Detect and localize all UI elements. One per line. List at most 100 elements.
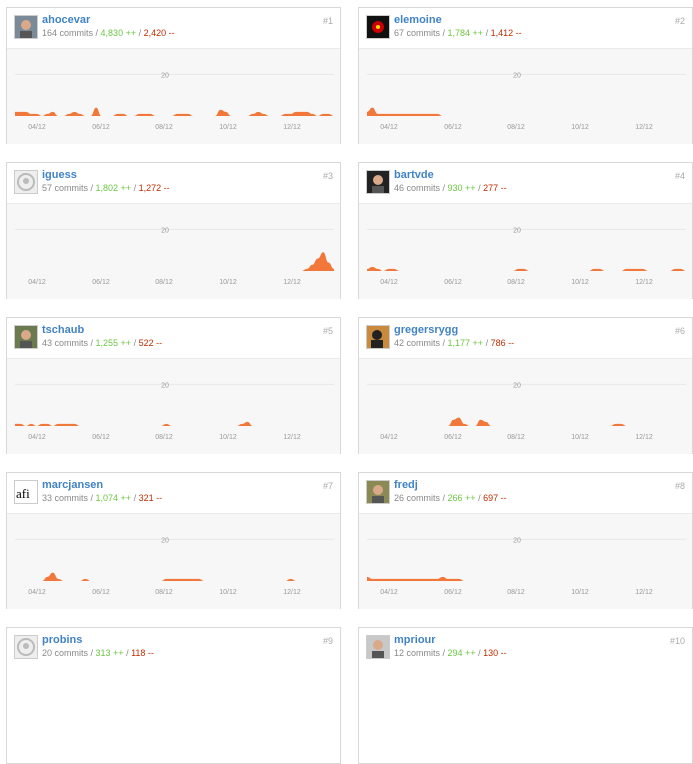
commit-area bbox=[15, 107, 334, 116]
avatar[interactable] bbox=[14, 15, 38, 39]
contribution-graph-svg: 20 04/12 06/12 08/12 10/12 12/12 bbox=[15, 537, 334, 596]
avatar[interactable] bbox=[14, 170, 38, 194]
contributor-login-link[interactable]: mpriour bbox=[394, 634, 436, 646]
deletions-count: 1,272 -- bbox=[138, 183, 170, 193]
contributor-login-link[interactable]: bartvde bbox=[394, 169, 434, 181]
x-tick-label: 04/12 bbox=[380, 434, 398, 441]
deletions-count: 321 -- bbox=[138, 493, 163, 503]
additions-count: 1,802 ++ bbox=[95, 183, 132, 193]
contributor-login-link[interactable]: iguess bbox=[42, 169, 77, 181]
additions-count: 266 ++ bbox=[447, 493, 476, 503]
contributor-login-link[interactable]: gregersrygg bbox=[394, 324, 458, 336]
commit-area bbox=[15, 572, 334, 581]
deletions-count: 118 -- bbox=[131, 648, 154, 658]
commit-count[interactable]: 67 commits bbox=[394, 28, 440, 38]
y-axis-label: 20 bbox=[513, 382, 521, 389]
additions-count: 294 ++ bbox=[447, 648, 476, 658]
x-tick-label: 06/12 bbox=[444, 434, 462, 441]
contributor-login-link[interactable]: tschaub bbox=[42, 324, 84, 336]
y-axis-label: 20 bbox=[513, 72, 521, 79]
avatar[interactable] bbox=[366, 635, 390, 659]
y-axis-label: 20 bbox=[161, 382, 169, 389]
contributor-stats: 43 commits / 1,255 ++ / 522 -- bbox=[42, 338, 163, 348]
contributor-card: bartvde 46 commits / 930 ++ / 277 -- #4 20 0… bbox=[358, 162, 693, 299]
avatar[interactable] bbox=[366, 15, 390, 39]
x-tick-label: 06/12 bbox=[92, 279, 110, 286]
contribution-graph: 20 04/12 06/12 08/12 10/12 12/12 bbox=[359, 513, 692, 609]
rank-badge: #6 bbox=[674, 326, 685, 336]
x-tick-label: 08/12 bbox=[507, 279, 525, 286]
x-tick-label: 08/12 bbox=[155, 279, 173, 286]
commit-area bbox=[367, 266, 686, 271]
commit-area bbox=[367, 107, 686, 116]
deletions-count: 130 -- bbox=[483, 648, 507, 658]
y-axis-label: 20 bbox=[161, 537, 169, 544]
avatar[interactable] bbox=[14, 635, 38, 659]
contributor-card: elemoine 67 commits / 1,784 ++ / 1,412 --… bbox=[358, 7, 693, 144]
x-tick-label: 06/12 bbox=[444, 589, 462, 596]
contributor-login-link[interactable]: elemoine bbox=[394, 14, 442, 26]
contribution-graph-svg: 20 04/12 06/12 08/12 10/12 12/12 bbox=[367, 227, 686, 286]
commit-count[interactable]: 33 commits bbox=[42, 493, 88, 503]
contributor-stats: 33 commits / 1,074 ++ / 321 -- bbox=[42, 493, 163, 503]
rank-badge: #3 bbox=[322, 171, 333, 181]
x-tick-label: 04/12 bbox=[380, 279, 398, 286]
contributor-stats: 67 commits / 1,784 ++ / 1,412 -- bbox=[394, 28, 522, 38]
x-tick-label: 08/12 bbox=[155, 589, 173, 596]
contributor-card: mpriour 12 commits / 294 ++ / 130 -- #10 bbox=[358, 627, 693, 764]
contributor-login-link[interactable]: fredj bbox=[394, 479, 418, 491]
contributor-card: tschaub 43 commits / 1,255 ++ / 522 -- #5 2… bbox=[6, 317, 341, 454]
rank-badge: #9 bbox=[322, 636, 333, 646]
x-tick-label: 12/12 bbox=[283, 124, 301, 131]
card-header: bartvde 46 commits / 930 ++ / 277 -- #4 bbox=[359, 163, 692, 203]
commit-count[interactable]: 42 commits bbox=[394, 338, 440, 348]
commit-count[interactable]: 164 commits bbox=[42, 28, 93, 38]
commit-area bbox=[367, 576, 686, 581]
contributor-card: fredj 26 commits / 266 ++ / 697 -- #8 20 04/… bbox=[358, 472, 693, 609]
card-header: afi marcjansen 33 commits / 1,074 ++ / 321… bbox=[7, 473, 340, 513]
additions-count: 1,177 ++ bbox=[447, 338, 484, 348]
x-tick-label: 10/12 bbox=[571, 124, 589, 131]
commit-count[interactable]: 12 commits bbox=[394, 648, 440, 658]
additions-count: 1,255 ++ bbox=[95, 338, 132, 348]
commit-count[interactable]: 26 commits bbox=[394, 493, 440, 503]
avatar[interactable] bbox=[14, 325, 38, 349]
commit-count[interactable]: 43 commits bbox=[42, 338, 88, 348]
x-tick-label: 08/12 bbox=[507, 434, 525, 441]
contribution-graph: 20 04/12 06/12 08/12 10/12 12/12 bbox=[7, 203, 340, 299]
x-tick-label: 06/12 bbox=[92, 434, 110, 441]
card-header: gregersrygg 42 commits / 1,177 ++ / 786 -… bbox=[359, 318, 692, 358]
x-tick-label: 12/12 bbox=[635, 434, 653, 441]
x-tick-label: 04/12 bbox=[28, 279, 46, 286]
contributor-login-link[interactable]: marcjansen bbox=[42, 479, 103, 491]
contributor-card: iguess 57 commits / 1,802 ++ / 1,272 -- #3… bbox=[6, 162, 341, 299]
contributor-stats: 164 commits / 4,830 ++ / 2,420 -- bbox=[42, 28, 175, 38]
contributor-card: probins 20 commits / 313 ++ / 118 -- #9 bbox=[6, 627, 341, 764]
avatar[interactable]: afi bbox=[14, 480, 38, 504]
contributor-card: afi marcjansen 33 commits / 1,074 ++ / 321… bbox=[6, 472, 341, 609]
avatar[interactable] bbox=[366, 480, 390, 504]
x-tick-label: 08/12 bbox=[155, 124, 173, 131]
x-tick-label: 04/12 bbox=[380, 589, 398, 596]
commit-count[interactable]: 20 commits bbox=[42, 648, 88, 658]
x-tick-label: 06/12 bbox=[444, 124, 462, 131]
x-tick-label: 10/12 bbox=[571, 589, 589, 596]
y-axis-label: 20 bbox=[161, 72, 169, 79]
contribution-graph: 20 04/12 06/12 08/12 10/12 12/12 bbox=[359, 203, 692, 299]
commit-count[interactable]: 57 commits bbox=[42, 183, 88, 193]
avatar[interactable] bbox=[366, 325, 390, 349]
additions-count: 930 ++ bbox=[447, 183, 476, 193]
x-tick-label: 10/12 bbox=[219, 279, 237, 286]
contributor-stats: 46 commits / 930 ++ / 277 -- bbox=[394, 183, 507, 193]
additions-count: 4,830 ++ bbox=[100, 28, 137, 38]
contributor-login-link[interactable]: ahocevar bbox=[42, 14, 90, 26]
contribution-graph-svg: 20 04/12 06/12 08/12 10/12 12/12 bbox=[15, 382, 334, 441]
contribution-graph: 20 04/12 06/12 08/12 10/12 12/12 bbox=[359, 48, 692, 144]
x-tick-label: 12/12 bbox=[635, 589, 653, 596]
x-tick-label: 12/12 bbox=[635, 124, 653, 131]
deletions-count: 522 -- bbox=[138, 338, 163, 348]
contributor-login-link[interactable]: probins bbox=[42, 634, 82, 646]
commit-count[interactable]: 46 commits bbox=[394, 183, 440, 193]
deletions-count: 697 -- bbox=[483, 493, 507, 503]
avatar[interactable] bbox=[366, 170, 390, 194]
